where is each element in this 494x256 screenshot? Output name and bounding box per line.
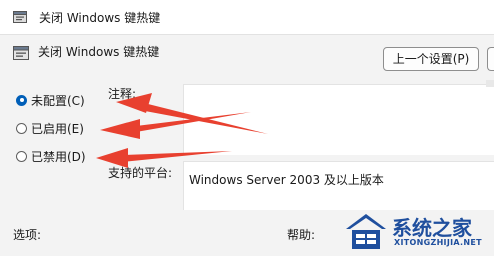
watermark-site: XITONGZHIJIA.NET	[394, 238, 482, 247]
annotation-arrow	[100, 119, 140, 139]
watermark: 系统之家 XITONGZHIJIA.NET	[340, 205, 494, 256]
house-logo-icon	[346, 214, 386, 249]
annotation-arrow	[122, 151, 232, 162]
watermark-name: 系统之家	[392, 216, 472, 240]
annotation-arrow	[116, 93, 152, 113]
annotation-arrow	[136, 112, 251, 132]
annotation-arrow	[96, 148, 128, 168]
